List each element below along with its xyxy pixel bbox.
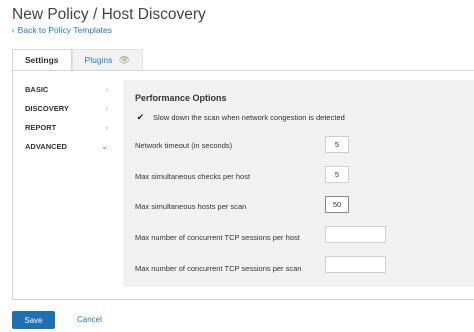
tab-plugins[interactable]: Plugins 👁 bbox=[71, 49, 144, 71]
chevron-right-icon: › bbox=[105, 123, 108, 132]
settings-sidebar: BASIC › DISCOVERY › REPORT › ADVANCED ⌄ bbox=[12, 80, 112, 156]
back-to-templates-link[interactable]: ‹ Back to Policy Templates bbox=[12, 25, 112, 35]
save-button[interactable]: Save bbox=[12, 311, 55, 329]
sidebar-item-discovery[interactable]: DISCOVERY › bbox=[12, 99, 112, 118]
sidebar-item-label: ADVANCED bbox=[25, 142, 67, 151]
chevron-down-icon: ⌄ bbox=[101, 142, 108, 151]
slow-down-checkbox[interactable]: ✔ bbox=[136, 112, 145, 122]
sidebar-item-label: DISCOVERY bbox=[25, 104, 69, 113]
tab-bar: Settings Plugins 👁 bbox=[12, 49, 144, 71]
tab-plugins-label: Plugins bbox=[84, 55, 113, 65]
sidebar-item-label: BASIC bbox=[25, 85, 49, 94]
max-hosts-per-scan-label: Max simultaneous hosts per scan bbox=[135, 202, 247, 211]
max-tcp-per-host-input[interactable] bbox=[325, 226, 386, 243]
max-tcp-per-scan-input[interactable] bbox=[325, 256, 386, 273]
sidebar-item-label: REPORT bbox=[25, 123, 57, 132]
max-checks-per-host-input[interactable]: 5 bbox=[325, 166, 349, 183]
eye-icon: 👁 bbox=[118, 55, 131, 65]
chevron-left-icon: ‹ bbox=[12, 25, 15, 35]
sidebar-item-advanced[interactable]: ADVANCED ⌄ bbox=[12, 137, 112, 156]
network-timeout-label: Network timeout (in seconds) bbox=[135, 141, 233, 150]
slow-down-option: ✔ Slow down the scan when network conges… bbox=[136, 112, 345, 122]
sidebar-item-basic[interactable]: BASIC › bbox=[12, 80, 112, 99]
max-checks-per-host-label: Max simultaneous checks per host bbox=[135, 172, 251, 181]
tab-settings-label: Settings bbox=[25, 55, 59, 65]
max-hosts-per-scan-input[interactable]: 50 bbox=[325, 196, 349, 213]
cancel-button[interactable]: Cancel bbox=[77, 311, 102, 329]
slow-down-label: Slow down the scan when network congesti… bbox=[153, 113, 345, 122]
tab-settings[interactable]: Settings bbox=[12, 49, 72, 71]
back-link-label: Back to Policy Templates bbox=[17, 25, 113, 35]
sidebar-item-report[interactable]: REPORT › bbox=[12, 118, 112, 137]
chevron-right-icon: › bbox=[105, 85, 108, 94]
section-title: Performance Options bbox=[135, 93, 227, 103]
performance-options-panel: Performance Options ✔ Slow down the scan… bbox=[123, 80, 474, 287]
page-title: New Policy / Host Discovery bbox=[12, 6, 206, 23]
chevron-right-icon: › bbox=[105, 104, 108, 113]
network-timeout-input[interactable]: 5 bbox=[325, 136, 349, 153]
